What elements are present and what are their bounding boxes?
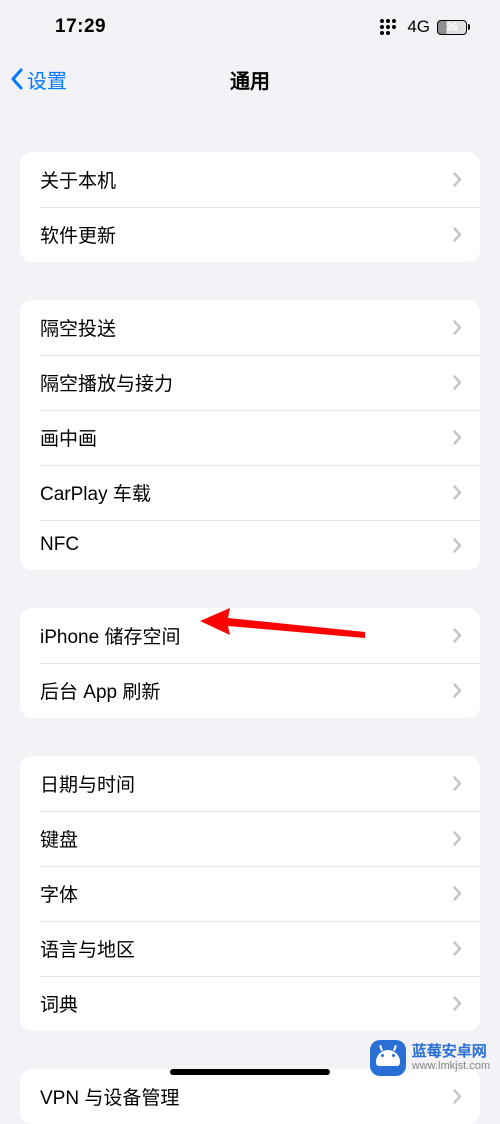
cellular-signal-icon (380, 19, 400, 35)
chevron-right-icon (453, 227, 462, 242)
row-language-region[interactable]: 语言与地区 (20, 921, 480, 976)
chevron-right-icon (453, 430, 462, 445)
watermark: 蓝莓安卓网 www.lmkjst.com (370, 1040, 490, 1076)
chevron-right-icon (453, 485, 462, 500)
row-label: 键盘 (40, 825, 78, 852)
network-label: 4G (407, 17, 430, 37)
chevron-left-icon (10, 68, 24, 90)
row-label: NFC (40, 534, 79, 556)
back-button[interactable]: 设置 (10, 65, 67, 94)
group-vpn: VPN 与设备管理 (20, 1069, 480, 1124)
chevron-right-icon (453, 628, 462, 643)
chevron-right-icon (453, 831, 462, 846)
battery-icon: 26 (437, 20, 470, 35)
watermark-android-icon (370, 1040, 406, 1076)
row-label: 关于本机 (40, 166, 116, 193)
row-airdrop[interactable]: 隔空投送 (20, 300, 480, 355)
row-nfc[interactable]: NFC (20, 520, 480, 570)
row-software-update[interactable]: 软件更新 (20, 207, 480, 262)
row-label: 画中画 (40, 424, 97, 451)
chevron-right-icon (453, 1089, 462, 1104)
chevron-right-icon (453, 941, 462, 956)
row-dictionary[interactable]: 词典 (20, 976, 480, 1031)
back-label: 设置 (27, 65, 67, 94)
row-iphone-storage[interactable]: iPhone 储存空间 (20, 608, 480, 663)
group-airdrop: 隔空投送 隔空播放与接力 画中画 CarPlay 车载 NFC (20, 300, 480, 570)
row-label: 词典 (40, 990, 78, 1017)
group-datetime: 日期与时间 键盘 字体 语言与地区 词典 (20, 756, 480, 1031)
row-label: iPhone 储存空间 (40, 622, 180, 649)
status-right: 4G 26 (380, 17, 470, 37)
row-label: 隔空投送 (40, 314, 116, 341)
home-indicator[interactable] (170, 1069, 330, 1075)
row-label: 软件更新 (40, 221, 116, 248)
row-fonts[interactable]: 字体 (20, 866, 480, 921)
row-label: 日期与时间 (40, 770, 135, 797)
nav-bar: 设置 通用 (0, 54, 500, 104)
watermark-url: www.lmkjst.com (412, 1060, 490, 1072)
row-keyboard[interactable]: 键盘 (20, 811, 480, 866)
chevron-right-icon (453, 172, 462, 187)
chevron-right-icon (453, 776, 462, 791)
group-about: 关于本机 软件更新 (20, 152, 480, 262)
row-picture-in-picture[interactable]: 画中画 (20, 410, 480, 465)
row-airplay-handoff[interactable]: 隔空播放与接力 (20, 355, 480, 410)
chevron-right-icon (453, 996, 462, 1011)
status-time: 17:29 (55, 16, 106, 38)
row-label: 后台 App 刷新 (40, 677, 160, 704)
chevron-right-icon (453, 538, 462, 553)
row-carplay[interactable]: CarPlay 车载 (20, 465, 480, 520)
page-title: 通用 (230, 65, 270, 94)
chevron-right-icon (453, 886, 462, 901)
row-about[interactable]: 关于本机 (20, 152, 480, 207)
row-label: VPN 与设备管理 (40, 1083, 179, 1110)
row-label: CarPlay 车载 (40, 479, 151, 506)
row-label: 字体 (40, 880, 78, 907)
status-bar: 17:29 4G 26 (0, 0, 500, 54)
chevron-right-icon (453, 375, 462, 390)
row-label: 语言与地区 (40, 935, 135, 962)
row-label: 隔空播放与接力 (40, 369, 173, 396)
content: 关于本机 软件更新 隔空投送 隔空播放与接力 画中画 CarPlay 车载 NF… (0, 152, 500, 1124)
row-vpn-device-management[interactable]: VPN 与设备管理 (20, 1069, 480, 1124)
chevron-right-icon (453, 683, 462, 698)
row-background-app-refresh[interactable]: 后台 App 刷新 (20, 663, 480, 718)
row-date-time[interactable]: 日期与时间 (20, 756, 480, 811)
watermark-title: 蓝莓安卓网 (412, 1044, 490, 1061)
group-storage: iPhone 储存空间 后台 App 刷新 (20, 608, 480, 718)
chevron-right-icon (453, 320, 462, 335)
